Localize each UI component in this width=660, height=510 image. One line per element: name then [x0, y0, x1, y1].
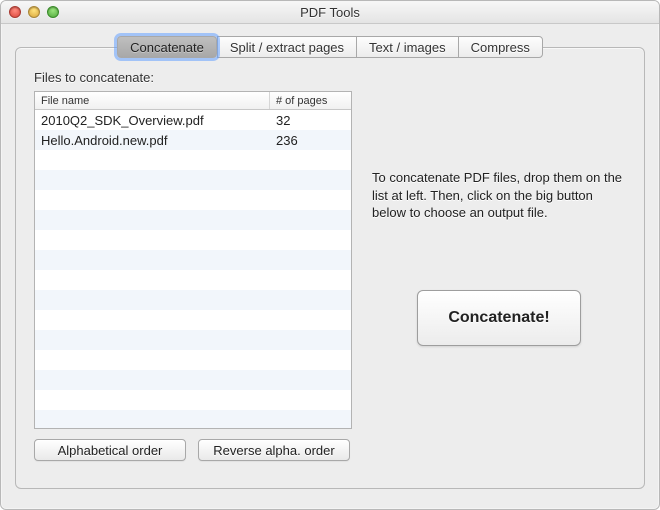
cell-filename — [35, 310, 270, 330]
table-row — [35, 210, 351, 230]
content-row: File name # of pages 2010Q2_SDK_Overview… — [34, 91, 626, 461]
table-row — [35, 330, 351, 350]
file-list-wrap: File name # of pages 2010Q2_SDK_Overview… — [34, 91, 352, 461]
cell-filename — [35, 370, 270, 390]
cell-pages — [270, 230, 351, 250]
table-row — [35, 170, 351, 190]
table-row — [35, 270, 351, 290]
zoom-icon[interactable] — [47, 6, 59, 18]
table-row — [35, 410, 351, 429]
table-row — [35, 310, 351, 330]
reverse-alpha-order-button[interactable]: Reverse alpha. order — [198, 439, 350, 461]
cell-filename — [35, 410, 270, 429]
cell-pages — [270, 250, 351, 270]
window: PDF Tools Concatenate Split / extract pa… — [0, 0, 660, 510]
cell-pages — [270, 410, 351, 429]
cell-pages — [270, 170, 351, 190]
instructions-column: To concatenate PDF files, drop them on t… — [372, 91, 626, 346]
traffic-lights — [9, 6, 59, 18]
cell-pages — [270, 190, 351, 210]
titlebar: PDF Tools — [1, 1, 659, 24]
table-body: 2010Q2_SDK_Overview.pdf32Hello.Android.n… — [35, 110, 351, 429]
big-button-wrap: Concatenate! — [372, 290, 626, 346]
file-table[interactable]: File name # of pages 2010Q2_SDK_Overview… — [34, 91, 352, 429]
cell-filename — [35, 210, 270, 230]
section-label: Files to concatenate: — [34, 70, 626, 85]
column-header-filename[interactable]: File name — [35, 92, 270, 109]
cell-filename: 2010Q2_SDK_Overview.pdf — [35, 110, 270, 130]
tab-compress[interactable]: Compress — [458, 36, 543, 58]
cell-pages — [270, 350, 351, 370]
table-row — [35, 390, 351, 410]
instructions-text: To concatenate PDF files, drop them on t… — [372, 169, 626, 222]
table-row — [35, 190, 351, 210]
tab-panel-concatenate: Files to concatenate: File name # of pag… — [15, 47, 645, 489]
table-row — [35, 290, 351, 310]
cell-filename — [35, 270, 270, 290]
cell-pages — [270, 370, 351, 390]
cell-filename — [35, 330, 270, 350]
cell-pages — [270, 310, 351, 330]
table-row[interactable]: Hello.Android.new.pdf236 — [35, 130, 351, 150]
cell-filename — [35, 290, 270, 310]
cell-pages — [270, 150, 351, 170]
cell-pages: 32 — [270, 110, 351, 130]
table-row — [35, 370, 351, 390]
cell-filename — [35, 230, 270, 250]
alphabetical-order-button[interactable]: Alphabetical order — [34, 439, 186, 461]
table-row — [35, 350, 351, 370]
cell-filename — [35, 150, 270, 170]
cell-pages — [270, 210, 351, 230]
table-row — [35, 250, 351, 270]
close-icon[interactable] — [9, 6, 21, 18]
table-row — [35, 150, 351, 170]
cell-pages — [270, 290, 351, 310]
window-body: Concatenate Split / extract pages Text /… — [1, 24, 659, 503]
tab-bar: Concatenate Split / extract pages Text /… — [15, 36, 645, 58]
table-row — [35, 230, 351, 250]
cell-pages — [270, 390, 351, 410]
cell-filename — [35, 190, 270, 210]
tab-text-images[interactable]: Text / images — [356, 36, 458, 58]
minimize-icon[interactable] — [28, 6, 40, 18]
sort-button-row: Alphabetical order Reverse alpha. order — [34, 439, 352, 461]
cell-filename — [35, 250, 270, 270]
cell-filename — [35, 170, 270, 190]
tab-split-extract[interactable]: Split / extract pages — [217, 36, 356, 58]
concatenate-button[interactable]: Concatenate! — [417, 290, 581, 346]
column-header-pages[interactable]: # of pages — [270, 92, 351, 109]
table-header: File name # of pages — [35, 92, 351, 110]
cell-filename — [35, 390, 270, 410]
tab-concatenate[interactable]: Concatenate — [117, 36, 217, 58]
cell-filename: Hello.Android.new.pdf — [35, 130, 270, 150]
table-row[interactable]: 2010Q2_SDK_Overview.pdf32 — [35, 110, 351, 130]
cell-pages — [270, 270, 351, 290]
window-title: PDF Tools — [300, 5, 360, 20]
cell-filename — [35, 350, 270, 370]
cell-pages — [270, 330, 351, 350]
cell-pages: 236 — [270, 130, 351, 150]
